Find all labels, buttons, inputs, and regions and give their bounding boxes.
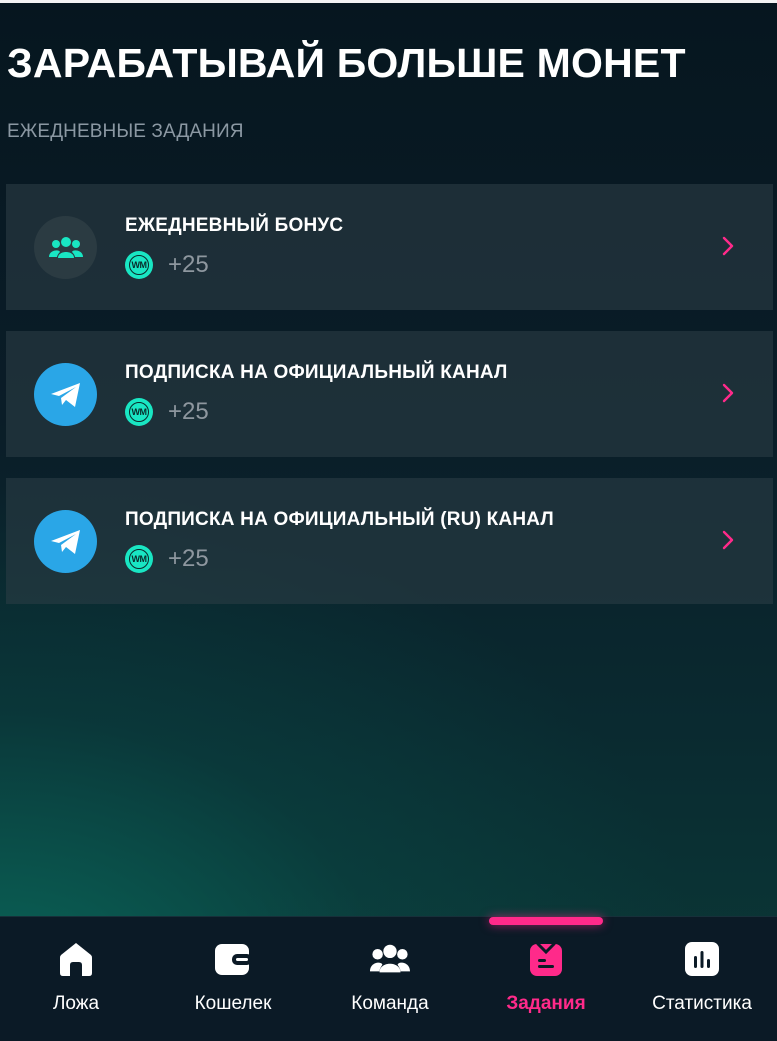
chevron-right-icon	[722, 530, 734, 550]
nav-item-team[interactable]: Команда	[312, 939, 468, 1034]
task-card-daily-bonus[interactable]: ЕЖЕДНЕВНЫЙ БОНУС WM +25	[6, 184, 773, 310]
task-reward: WM +25	[125, 398, 209, 426]
task-title: ПОДПИСКА НА ОФИЦИАЛЬНЫЙ КАНАЛ	[125, 362, 508, 383]
nav-item-wallet[interactable]: Кошелек	[155, 939, 311, 1034]
nav-label: Статистика	[652, 993, 752, 1014]
nav-label: Ложа	[52, 993, 100, 1014]
home-icon	[56, 939, 96, 979]
active-tab-indicator	[489, 917, 603, 925]
nav-item-lodge[interactable]: Ложа	[0, 939, 154, 1034]
coin-icon: WM	[125, 545, 153, 573]
bottom-nav: Ложа Кошелек Команда Задания Статистика	[0, 916, 777, 1041]
wallet-icon	[213, 939, 253, 979]
coin-icon: WM	[125, 251, 153, 279]
task-title: ПОДПИСКА НА ОФИЦИАЛЬНЫЙ (RU) КАНАЛ	[125, 509, 554, 530]
nav-item-tasks[interactable]: Задания	[468, 939, 624, 1034]
coin-symbol: WM	[129, 255, 149, 275]
reward-value: +25	[168, 545, 209, 572]
task-reward: WM +25	[125, 251, 209, 279]
nav-label: Кошелек	[194, 993, 272, 1014]
task-reward: WM +25	[125, 545, 209, 573]
task-list: ЕЖЕДНЕВНЫЙ БОНУС WM +25 ПОДПИСКА НА ОФИЦ…	[6, 184, 773, 625]
coin-icon: WM	[125, 398, 153, 426]
task-title: ЕЖЕДНЕВНЫЙ БОНУС	[125, 215, 344, 236]
stats-icon	[682, 939, 722, 979]
team-icon	[370, 939, 410, 979]
top-strip	[0, 0, 777, 3]
section-label: ЕЖЕДНЕВНЫЕ ЗАДАНИЯ	[7, 121, 244, 142]
nav-label: Задания	[506, 993, 586, 1014]
telegram-icon	[34, 363, 97, 426]
page-title: ЗАРАБАТЫВАЙ БОЛЬШЕ МОНЕТ	[7, 40, 686, 86]
coin-symbol: WM	[129, 402, 149, 422]
chevron-right-icon	[722, 383, 734, 403]
tasks-icon	[526, 939, 566, 979]
chevron-right-icon	[722, 236, 734, 256]
nav-item-stats[interactable]: Статистика	[624, 939, 777, 1034]
screen: ЗАРАБАТЫВАЙ БОЛЬШЕ МОНЕТ ЕЖЕДНЕВНЫЕ ЗАДА…	[0, 0, 777, 1041]
reward-value: +25	[168, 398, 209, 425]
task-card-official-ru-channel[interactable]: ПОДПИСКА НА ОФИЦИАЛЬНЫЙ (RU) КАНАЛ WM +2…	[6, 478, 773, 604]
nav-label: Команда	[351, 993, 429, 1014]
reward-value: +25	[168, 251, 209, 278]
coin-symbol: WM	[129, 549, 149, 569]
telegram-icon	[34, 510, 97, 573]
team-icon	[34, 216, 97, 279]
task-card-official-channel[interactable]: ПОДПИСКА НА ОФИЦИАЛЬНЫЙ КАНАЛ WM +25	[6, 331, 773, 457]
